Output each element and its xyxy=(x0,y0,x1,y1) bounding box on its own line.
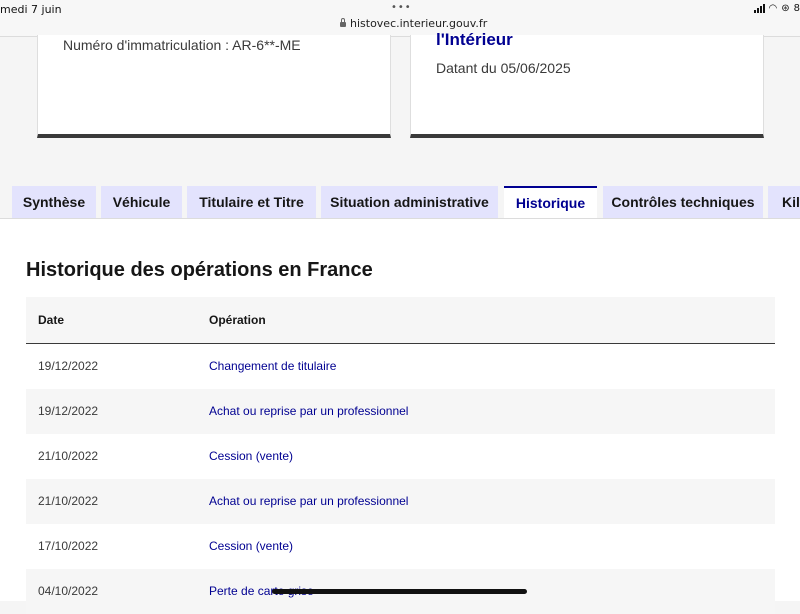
table-row: 21/10/2022 Achat ou reprise par un profe… xyxy=(26,479,775,524)
tab-historique[interactable]: Historique xyxy=(504,186,597,219)
row-date: 21/10/2022 xyxy=(38,479,98,524)
source-card-title[interactable]: l'Intérieur xyxy=(436,30,513,50)
row-operation-link[interactable]: Achat ou reprise par un professionnel xyxy=(209,479,408,524)
orientation-lock-icon: ⊛ xyxy=(781,3,789,14)
table-row: 19/12/2022 Changement de titulaire xyxy=(26,344,775,389)
table-row: 17/10/2022 Cession (vente) xyxy=(26,524,775,569)
column-header-date: Date xyxy=(38,297,64,343)
tab-controles-techniques[interactable]: Contrôles techniques xyxy=(603,186,763,219)
status-bar: medi 7 juin ••• histovec.interieur.gouv.… xyxy=(0,0,800,37)
tab-kilometrage[interactable]: Kilo xyxy=(768,186,800,219)
history-table: Date Opération 19/12/2022 Changement de … xyxy=(26,297,775,614)
home-indicator[interactable] xyxy=(272,589,527,594)
tab-synthese[interactable]: Synthèse xyxy=(12,186,96,219)
row-date: 19/12/2022 xyxy=(38,389,98,434)
address-url: histovec.interieur.gouv.fr xyxy=(350,17,487,30)
signal-icon xyxy=(754,4,765,13)
address-bar[interactable]: histovec.interieur.gouv.fr xyxy=(340,17,487,30)
report-tabs: Synthèse Véhicule Titulaire et Titre Sit… xyxy=(12,186,800,219)
battery-text: 8 xyxy=(794,3,800,14)
history-panel: Historique des opérations en France Date… xyxy=(0,218,800,601)
row-date: 17/10/2022 xyxy=(38,524,98,569)
row-date: 21/10/2022 xyxy=(38,434,98,479)
registration-number: Numéro d'immatriculation : AR-6**-ME xyxy=(63,37,301,53)
lock-icon xyxy=(340,22,346,27)
table-row: 21/10/2022 Cession (vente) xyxy=(26,434,775,479)
row-operation-link[interactable]: Achat ou reprise par un professionnel xyxy=(209,389,408,434)
row-operation-link[interactable]: Cession (vente) xyxy=(209,434,293,479)
tab-situation-administrative[interactable]: Situation administrative xyxy=(321,186,498,219)
status-time: medi 7 juin xyxy=(0,3,62,16)
row-date: 19/12/2022 xyxy=(38,344,98,389)
row-operation-link[interactable]: Cession (vente) xyxy=(209,524,293,569)
row-date: 04/10/2022 xyxy=(38,569,98,614)
system-indicators: ◠ ⊛ 8 xyxy=(754,3,800,14)
tab-titulaire-et-titre[interactable]: Titulaire et Titre xyxy=(187,186,316,219)
wifi-icon: ◠ xyxy=(769,3,778,14)
vehicle-id-card: Numéro d'immatriculation : AR-6**-ME xyxy=(37,35,391,138)
table-header: Date Opération xyxy=(26,297,775,344)
tab-vehicule[interactable]: Véhicule xyxy=(101,186,182,219)
table-row: 19/12/2022 Achat ou reprise par un profe… xyxy=(26,389,775,434)
page-title: Historique des opérations en France xyxy=(26,259,373,282)
column-header-operation: Opération xyxy=(209,297,266,343)
row-operation-link[interactable]: Changement de titulaire xyxy=(209,344,336,389)
source-card-date: Datant du 05/06/2025 xyxy=(436,60,571,76)
multitasking-dots-icon[interactable]: ••• xyxy=(391,2,412,13)
source-card: l'Intérieur Datant du 05/06/2025 xyxy=(410,35,764,138)
